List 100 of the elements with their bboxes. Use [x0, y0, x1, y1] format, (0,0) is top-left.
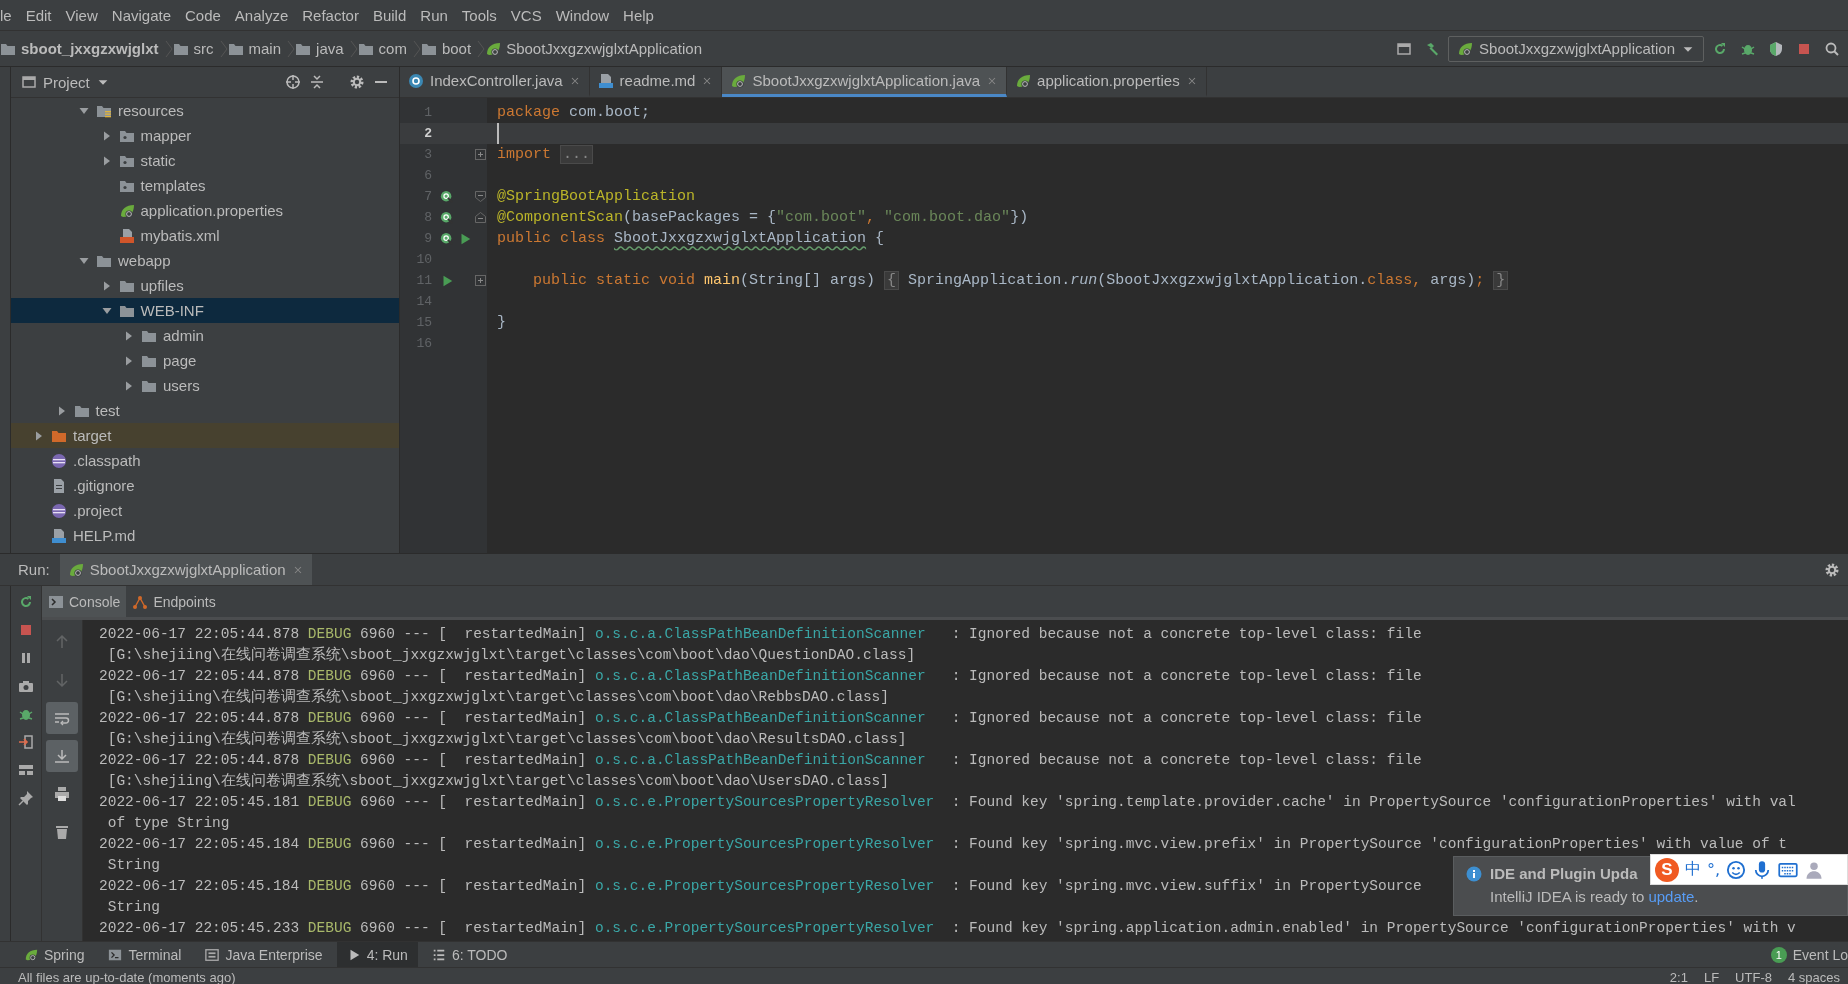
- bean-icon[interactable]: [440, 210, 454, 225]
- window-icon[interactable]: [1396, 40, 1413, 57]
- console-tab[interactable]: Endpoints: [126, 586, 222, 617]
- settings-icon[interactable]: [1824, 561, 1840, 578]
- tree-item[interactable]: webapp: [11, 248, 399, 273]
- tree-item[interactable]: target: [11, 423, 399, 448]
- menu-item[interactable]: Window: [548, 6, 617, 24]
- fold-end-icon[interactable]: [475, 212, 486, 223]
- crosshair-icon[interactable]: [285, 74, 301, 90]
- menu-item[interactable]: Help: [616, 6, 661, 24]
- tree-item[interactable]: .classpath: [11, 448, 399, 473]
- wrap-lines-icon[interactable]: [46, 702, 78, 734]
- status-item[interactable]: 2:1: [1669, 970, 1688, 984]
- leaf-icon: [67, 561, 84, 578]
- tree-item[interactable]: HELP.md: [11, 523, 399, 548]
- run-label: Run:: [18, 561, 50, 578]
- smiley-icon[interactable]: [1726, 859, 1747, 880]
- menu-item[interactable]: le: [0, 6, 19, 24]
- terminal-icon: [108, 947, 123, 962]
- console-icon: [48, 593, 64, 610]
- event-log-label: Event Lo: [1792, 946, 1848, 963]
- input-method-item[interactable]: °,: [1707, 860, 1721, 879]
- tree-item[interactable]: WEB-INF: [11, 298, 399, 323]
- update-link[interactable]: update: [1648, 888, 1695, 905]
- tree-item[interactable]: static: [11, 148, 399, 173]
- editor-tab[interactable]: application.properties: [1007, 67, 1207, 97]
- tool-window-button[interactable]: Terminal: [98, 942, 192, 967]
- log-timestamp: 2022-06-17 22:05:44.878: [99, 625, 300, 644]
- file-icon: [51, 452, 67, 469]
- breadcrumb[interactable]: main: [227, 40, 288, 57]
- log-message: [G:\shejiing\在线问卷调查系统\sboot_jxxgzxwjglxt\target\classes\com\boot\dao\UsersDAO.class]: [107, 771, 889, 791]
- fold-collapse-icon[interactable]: [475, 191, 486, 202]
- menu-item[interactable]: Code: [178, 6, 228, 24]
- console-tab[interactable]: Console: [42, 586, 127, 617]
- log-pid: 6960 ---: [360, 877, 430, 896]
- tree-item[interactable]: test: [11, 398, 399, 423]
- editor-tab[interactable]: IndexController.java: [400, 67, 590, 97]
- tool-window-button[interactable]: Java Enterprise: [195, 942, 333, 967]
- run-tab[interactable]: SbootJxxgzxwjglxtApplication: [59, 554, 312, 585]
- input-method-item[interactable]: 中: [1685, 859, 1701, 880]
- event-log-button[interactable]: 1 Event Lo: [1760, 946, 1848, 963]
- menu-item[interactable]: Refactor: [295, 6, 366, 24]
- exit-icon[interactable]: [18, 734, 34, 750]
- tree-item[interactable]: users: [11, 373, 399, 398]
- status-item[interactable]: UTF-8: [1735, 970, 1772, 984]
- tree-item[interactable]: mapper: [11, 123, 399, 148]
- shield-icon[interactable]: [1768, 40, 1784, 57]
- leaf-icon: [1457, 40, 1474, 57]
- menu-item[interactable]: Navigate: [104, 6, 178, 24]
- breadcrumb[interactable]: java: [295, 40, 350, 57]
- breadcrumb[interactable]: com: [357, 40, 413, 57]
- stop-icon[interactable]: [18, 622, 34, 638]
- tree-item[interactable]: resources: [11, 98, 399, 123]
- tree-item[interactable]: .gitignore: [11, 473, 399, 498]
- input-method-logo: S: [1655, 857, 1679, 882]
- bean-icon[interactable]: [440, 231, 454, 246]
- project-view-dropdown[interactable]: Project: [21, 73, 110, 91]
- menu-item[interactable]: Analyze: [227, 6, 296, 24]
- fold-expand-icon[interactable]: [475, 275, 486, 286]
- menu-item[interactable]: View: [58, 6, 105, 24]
- tree-item[interactable]: admin: [11, 323, 399, 348]
- tool-window-button[interactable]: Spring: [14, 942, 95, 967]
- pin-icon[interactable]: [18, 790, 34, 806]
- leaf-icon: [730, 72, 747, 89]
- status-item[interactable]: LF: [1703, 970, 1720, 984]
- settings-icon[interactable]: [349, 74, 365, 90]
- collapse-all-icon[interactable]: [309, 74, 325, 90]
- code-line: package com.boot;: [496, 103, 651, 123]
- camera-icon[interactable]: [18, 678, 34, 694]
- tree-item[interactable]: templates: [11, 173, 399, 198]
- fold-expand-icon[interactable]: [475, 149, 486, 160]
- tree-item[interactable]: application.properties: [11, 198, 399, 223]
- tree-item[interactable]: page: [11, 348, 399, 373]
- menu-item[interactable]: VCS: [503, 6, 549, 24]
- tool-window-button[interactable]: 6: TODO: [421, 942, 518, 967]
- log-logger: o.s.c.a.ClassPathBeanDefinitionScanner: [594, 751, 927, 770]
- tree-item[interactable]: mybatis.xml: [11, 223, 399, 248]
- search-icon[interactable]: [1824, 40, 1840, 57]
- log-logger: o.s.c.e.PropertySourcesPropertyResolver: [594, 793, 936, 812]
- bean-icon[interactable]: [440, 189, 454, 204]
- log-thread: [ restartedMain]: [438, 835, 587, 854]
- breadcrumb[interactable]: src: [172, 40, 220, 57]
- layout-icon[interactable]: [18, 762, 34, 778]
- window-icon: [205, 947, 220, 962]
- breadcrumb[interactable]: SbootJxxgzxwjglxtApplication: [485, 40, 709, 57]
- scroll-to-end-icon[interactable]: [46, 740, 78, 772]
- rerun-icon[interactable]: [18, 594, 34, 610]
- editor-tab[interactable]: SbootJxxgzxwjglxtApplication.java: [722, 67, 1008, 97]
- tool-window-button[interactable]: 4: Run: [336, 942, 418, 967]
- rerun-icon[interactable]: [1712, 40, 1728, 57]
- menu-item[interactable]: Run: [413, 6, 455, 24]
- breadcrumb[interactable]: boot: [420, 40, 478, 57]
- tree-item[interactable]: upfiles: [11, 273, 399, 298]
- breadcrumb[interactable]: sboot_jxxgzxwjglxt: [0, 40, 165, 57]
- tree-item[interactable]: .project: [11, 498, 399, 523]
- status-item[interactable]: 4 spaces: [1787, 970, 1840, 984]
- menu-item[interactable]: Tools: [454, 6, 504, 24]
- run-configuration-dropdown[interactable]: SbootJxxgzxwjglxtApplication: [1448, 35, 1704, 62]
- menu-item[interactable]: Build: [365, 6, 414, 24]
- menu-item[interactable]: Edit: [18, 6, 59, 24]
